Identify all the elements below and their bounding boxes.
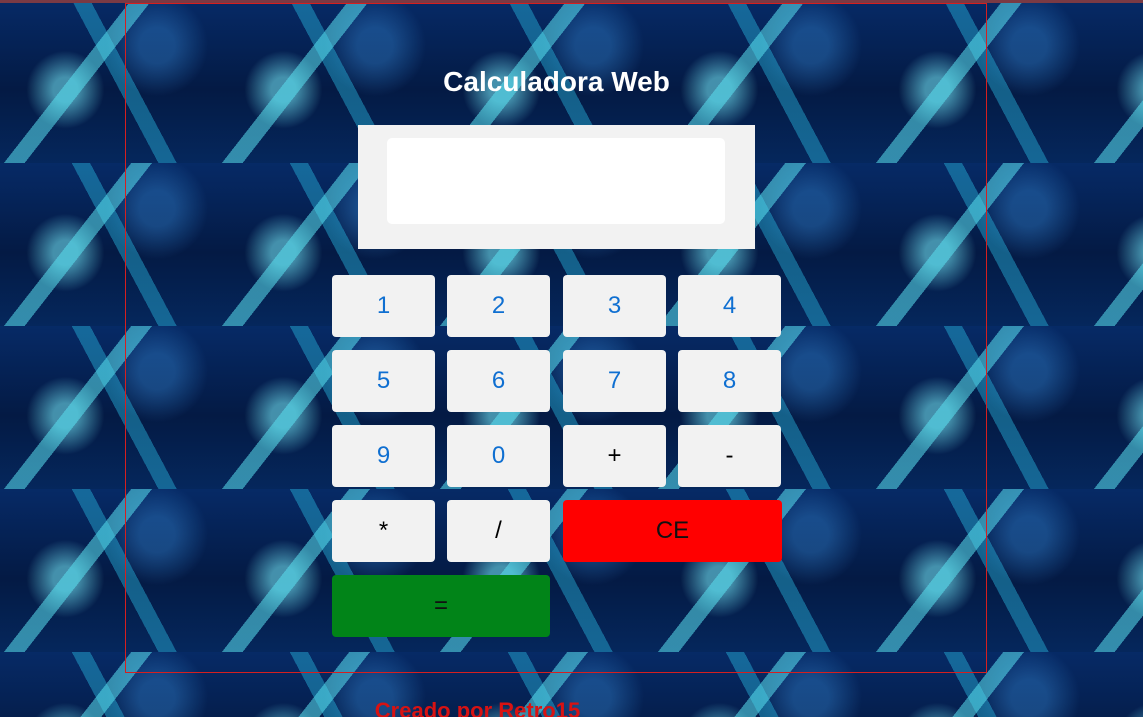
digit-0-button[interactable]: 0	[447, 425, 550, 487]
digit-4-button[interactable]: 4	[678, 275, 781, 337]
display-field[interactable]	[387, 138, 725, 224]
divide-button[interactable]: /	[447, 500, 550, 562]
digit-2-button[interactable]: 2	[447, 275, 550, 337]
digit-7-button[interactable]: 7	[563, 350, 666, 412]
digit-9-button[interactable]: 9	[332, 425, 435, 487]
digit-6-button[interactable]: 6	[447, 350, 550, 412]
plus-button[interactable]: +	[563, 425, 666, 487]
calculator-frame	[125, 3, 987, 673]
display-panel	[358, 125, 755, 249]
equals-button[interactable]: =	[332, 575, 550, 637]
credit-text: Creado por Retro15	[374, 698, 581, 717]
digit-3-button[interactable]: 3	[563, 275, 666, 337]
minus-button[interactable]: -	[678, 425, 781, 487]
digit-1-button[interactable]: 1	[332, 275, 435, 337]
clear-button[interactable]: CE	[563, 500, 782, 562]
digit-5-button[interactable]: 5	[332, 350, 435, 412]
multiply-button[interactable]: *	[332, 500, 435, 562]
page-title: Calculadora Web	[443, 66, 670, 97]
digit-8-button[interactable]: 8	[678, 350, 781, 412]
